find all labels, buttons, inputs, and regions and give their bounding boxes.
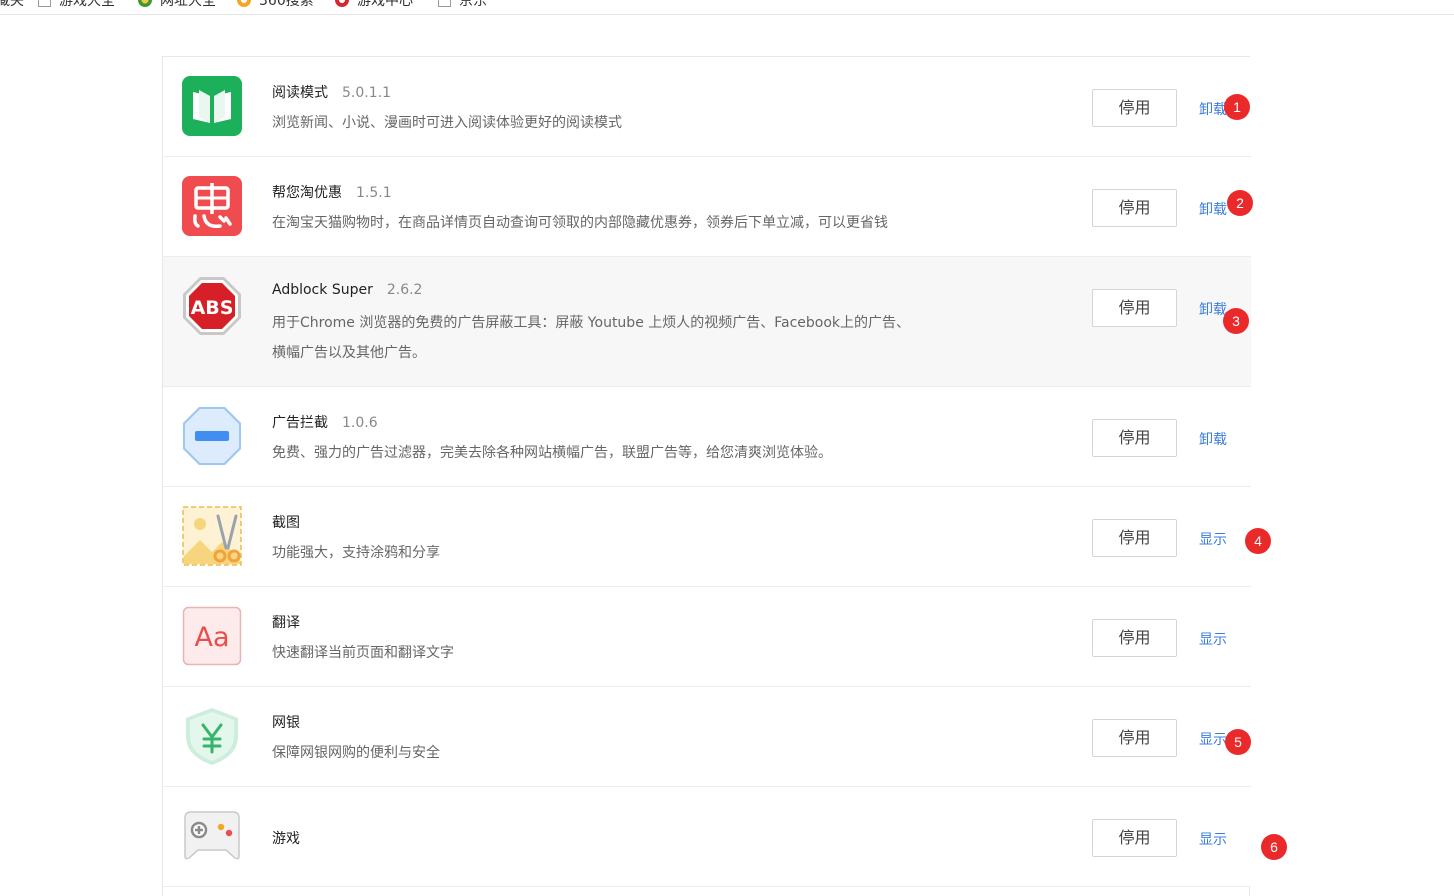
extension-description: 功能强大，支持涂鸦和分享 [272, 545, 440, 561]
annotation-badge-4: 4 [1245, 528, 1271, 554]
translate-aa-icon: Aa [182, 606, 242, 666]
uninstall-link[interactable]: 卸载 [1199, 199, 1227, 219]
svg-text:ABS: ABS [191, 297, 234, 319]
uninstall-link[interactable]: 卸载 [1199, 429, 1227, 449]
disable-button[interactable]: 停用 [1092, 189, 1177, 227]
show-link[interactable]: 显示 [1199, 529, 1227, 549]
extension-version: 2.6.2 [386, 282, 423, 298]
extension-title: 截图 [272, 515, 300, 531]
extension-title: 翻译 [272, 615, 300, 631]
disable-button[interactable]: 停用 [1092, 819, 1177, 857]
screenshot-scissors-icon [182, 506, 242, 566]
abs-stop-sign-icon: ABS [182, 276, 242, 336]
green-globe-icon [138, 0, 152, 7]
extension-title: 阅读模式 [272, 85, 328, 101]
bookmark-label: 藏夹 [0, 0, 24, 9]
show-link[interactable]: 显示 [1199, 829, 1227, 849]
disable-button[interactable]: 停用 [1092, 519, 1177, 557]
hui-discount-icon [182, 176, 242, 236]
extension-description: 用于Chrome 浏览器的免费的广告屏蔽工具：屏蔽 Youtube 上烦人的视频… [272, 315, 911, 361]
annotation-badge-3: 3 [1223, 308, 1249, 334]
extension-name: 游戏 [272, 828, 300, 848]
extension-row: ABS Adblock Super 2.6.2 用于Chrome 浏览器的免费的广… [163, 257, 1251, 387]
extension-title: 游戏 [272, 831, 300, 847]
360-search-icon [237, 0, 251, 7]
extension-row: 帮您淘优惠 1.5.1 在淘宝天猫购物时，在商品详情页自动查询可领取的内部隐藏优惠… [163, 157, 1251, 257]
extension-row: 截图 功能强大，支持涂鸦和分享 停用 显示 [163, 487, 1251, 587]
disable-button[interactable]: 停用 [1092, 419, 1177, 457]
bookmark-label: 京东 [459, 0, 487, 9]
annotation-badge-5: 5 [1225, 729, 1251, 755]
bookmark-label: 360搜索 [259, 0, 314, 9]
extension-description: 快速翻译当前页面和翻译文字 [272, 645, 454, 661]
uninstall-link[interactable]: 卸载 [1199, 99, 1227, 119]
disable-button[interactable]: 停用 [1092, 289, 1177, 327]
svg-text:Aa: Aa [194, 622, 229, 653]
extension-title: 网银 [272, 715, 300, 731]
annotation-badge-2: 2 [1227, 190, 1253, 216]
extension-name: 广告拦截 1.0.6 [272, 412, 378, 432]
bookmark-games-list[interactable]: 游戏大全 [38, 0, 115, 10]
show-link[interactable]: 显示 [1199, 729, 1227, 749]
disable-button[interactable]: 停用 [1092, 619, 1177, 657]
game-center-icon [335, 0, 349, 7]
extension-row: 阅读模式 5.0.1.1 浏览新闻、小说、漫画时可进入阅读体验更好的阅读模式 停用… [163, 57, 1251, 157]
bookmarks-bar: 藏夹 游戏大全 网址大全 360搜索 游戏中心 京东 [0, 0, 1454, 15]
bookmark-game-center[interactable]: 游戏中心 [335, 0, 413, 10]
extension-description: 浏览新闻、小说、漫画时可进入阅读体验更好的阅读模式 [272, 115, 622, 131]
show-link[interactable]: 显示 [1199, 629, 1227, 649]
yuan-shield-icon [182, 706, 242, 766]
annotation-badge-1: 1 [1224, 94, 1250, 120]
extension-row: 网银 保障网银网购的便利与安全 停用 显示 [163, 687, 1251, 787]
extension-title: 帮您淘优惠 [272, 185, 342, 201]
bookmark-label: 游戏中心 [357, 0, 413, 9]
extension-name: 帮您淘优惠 1.5.1 [272, 182, 392, 202]
bookmark-favorites[interactable]: 藏夹 [0, 0, 24, 10]
extension-version: 5.0.1.1 [342, 85, 391, 101]
extension-name: 网银 [272, 712, 300, 732]
extension-description: 免费、强力的广告过滤器，完美去除各种网站横幅广告，联盟广告等，给您清爽浏览体验。 [272, 445, 832, 461]
extensions-list: 阅读模式 5.0.1.1 浏览新闻、小说、漫画时可进入阅读体验更好的阅读模式 停用… [162, 56, 1251, 896]
disable-button[interactable]: 停用 [1092, 719, 1177, 757]
annotation-badge-6: 6 [1261, 834, 1287, 860]
extension-name: 翻译 [272, 612, 300, 632]
extension-description: 保障网银网购的便利与安全 [272, 745, 440, 761]
extension-name: Adblock Super 2.6.2 [272, 282, 422, 298]
bookmark-url-directory[interactable]: 网址大全 [138, 0, 216, 10]
gamepad-icon [182, 806, 242, 866]
page-icon [38, 0, 51, 7]
extension-version: 1.5.1 [356, 185, 392, 201]
minus-octagon-icon [182, 406, 242, 466]
bookmark-label: 游戏大全 [59, 0, 115, 9]
extension-version: 1.0.6 [342, 415, 378, 431]
disable-button[interactable]: 停用 [1092, 89, 1177, 127]
extension-row: Aa 翻译 快速翻译当前页面和翻译文字 停用 显示 [163, 587, 1251, 687]
bookmark-jd[interactable]: 京东 [438, 0, 487, 10]
extension-name: 截图 [272, 512, 300, 532]
extension-title: Adblock Super [272, 282, 373, 298]
extension-name: 阅读模式 5.0.1.1 [272, 82, 391, 102]
bookmark-360-search[interactable]: 360搜索 [237, 0, 314, 10]
extension-title: 广告拦截 [272, 415, 328, 431]
open-book-icon [182, 76, 242, 136]
extension-row: 游戏 停用 显示 [163, 787, 1251, 887]
bookmark-label: 网址大全 [160, 0, 216, 9]
extension-row: 广告拦截 1.0.6 免费、强力的广告过滤器，完美去除各种网站横幅广告，联盟广告等… [163, 387, 1251, 487]
page-icon [438, 0, 451, 7]
extension-description: 在淘宝天猫购物时，在商品详情页自动查询可领取的内部隐藏优惠券，领券后下单立减，可… [272, 215, 888, 231]
